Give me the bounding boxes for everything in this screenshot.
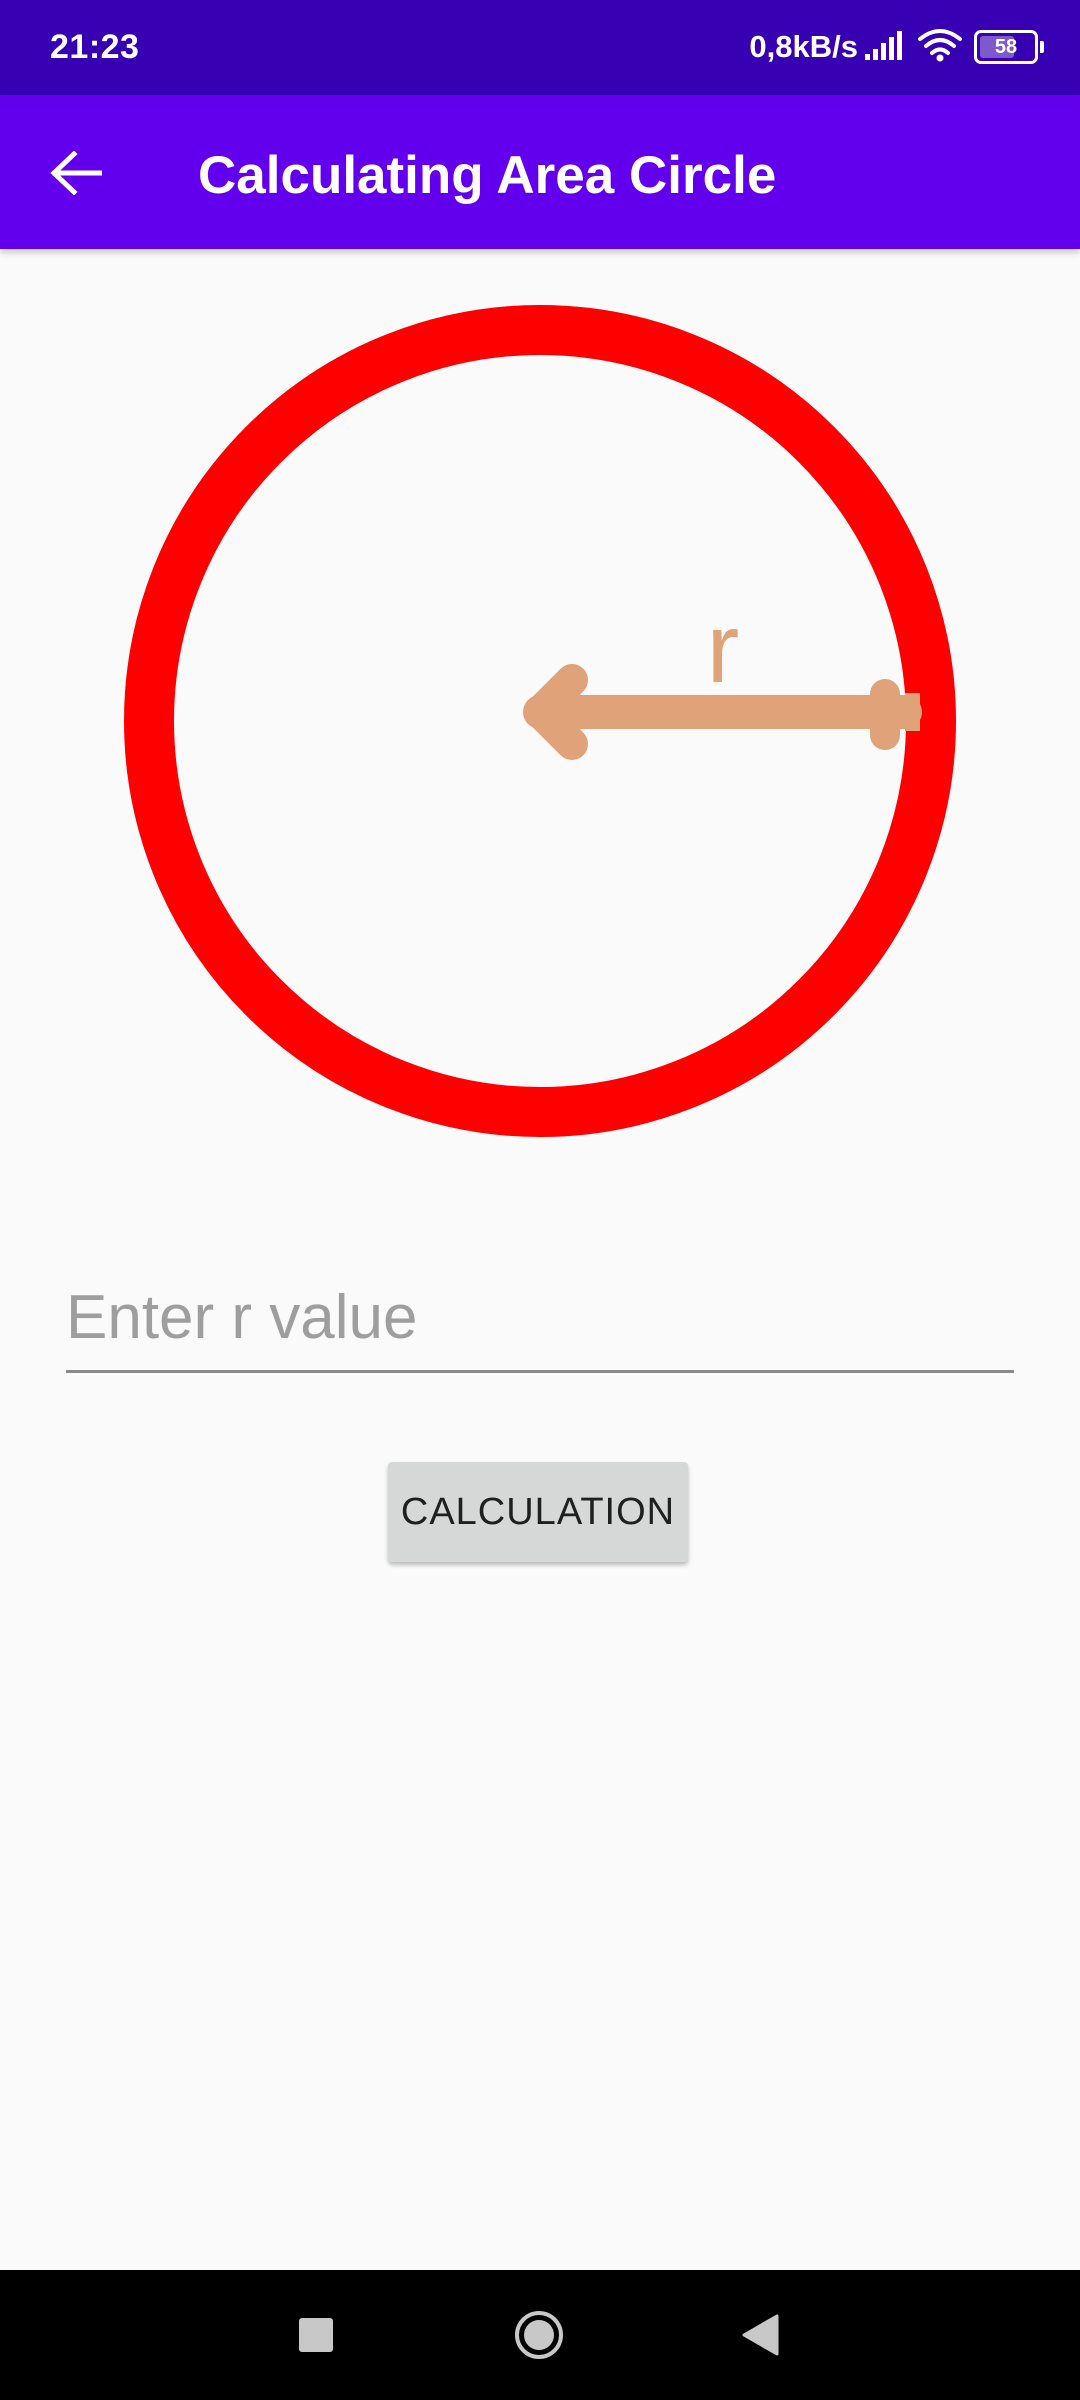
app-bar: Calculating Area Circle	[0, 95, 1080, 249]
status-indicators: 0,8kB/s 58	[749, 25, 1044, 69]
circle-radius-diagram: r	[124, 305, 956, 1137]
status-time: 21:23	[50, 28, 140, 66]
back-button[interactable]	[36, 133, 116, 213]
home-circle-icon	[515, 2311, 563, 2359]
radius-label: r	[707, 593, 740, 703]
wifi-icon	[918, 28, 962, 67]
r-value-field-container	[66, 1270, 1014, 1373]
home-button[interactable]	[504, 2300, 574, 2370]
arrow-back-icon	[50, 151, 102, 195]
back-triangle-icon	[742, 2314, 779, 2356]
battery-icon: 58	[974, 30, 1044, 64]
status-bar: 21:23 0,8kB/s 58	[0, 0, 1080, 95]
page-title: Calculating Area Circle	[198, 146, 777, 205]
calculation-button[interactable]: CALCULATION	[388, 1462, 688, 1562]
back-nav-button[interactable]	[725, 2300, 795, 2370]
signal-icon	[864, 30, 906, 65]
battery-level: 58	[994, 35, 1018, 58]
screen: 21:23 0,8kB/s 58 Calculating Area Circle…	[0, 0, 1080, 2400]
navigation-bar	[0, 2270, 1080, 2400]
recents-button[interactable]	[281, 2300, 351, 2370]
network-speed: 0,8kB/s	[749, 29, 858, 64]
recents-square-icon	[299, 2318, 333, 2352]
r-value-input[interactable]	[66, 1270, 1014, 1365]
